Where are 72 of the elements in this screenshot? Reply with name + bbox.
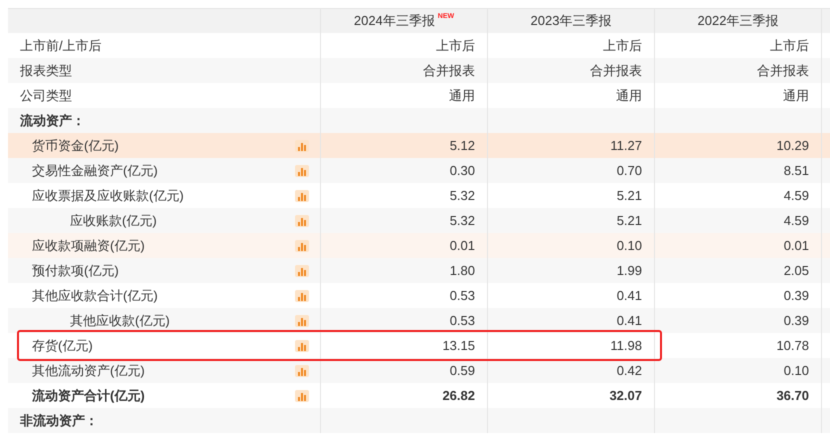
table-cell-text: 0.10 (784, 362, 809, 380)
bar-chart-icon[interactable] (295, 264, 309, 276)
table-cell-text: 4.59 (784, 186, 809, 205)
bar-chart-icon[interactable] (295, 140, 309, 152)
table-cell-text: 合并报表 (423, 62, 475, 80)
table-cell-text: 5.21 (616, 186, 642, 205)
table-cell-text: 1.99 (616, 262, 642, 280)
column-header: 2023年三季报 (530, 12, 612, 30)
table-cell-text: 0.53 (450, 286, 475, 305)
table-cell-text: 10.78 (776, 336, 809, 355)
bar-chart-icon[interactable] (295, 164, 309, 176)
row-label: 非流动资产： (20, 412, 99, 430)
column-header: 2022年三季报 (698, 12, 778, 30)
table-cell-text: 26.82 (442, 386, 475, 405)
row-label: 应收票据及应收账款(亿元) (32, 186, 185, 205)
row-label: 流动资产合计(亿元) (32, 386, 146, 405)
table-cell-text: 2.05 (784, 262, 809, 280)
row-label: 货币资金(亿元) (32, 136, 120, 155)
bar-chart-icon[interactable] (295, 390, 309, 402)
row-label: 应收款项融资(亿元) (32, 236, 146, 255)
table-cell-text: 5.32 (450, 186, 475, 205)
table-cell-text: 5.32 (450, 212, 475, 230)
table-cell-text: 0.39 (784, 312, 809, 330)
table-cell-text: 10.29 (776, 136, 809, 155)
bar-chart-icon[interactable] (295, 314, 309, 326)
table-cell-text: 0.70 (616, 162, 642, 180)
table-cell-text: 1.80 (450, 262, 475, 280)
table-cell-text: 0.41 (616, 312, 642, 330)
row-label: 交易性金融资产(亿元) (32, 162, 159, 180)
table-cell-text: 0.10 (616, 236, 642, 255)
table-cell-text: 合并报表 (757, 62, 809, 80)
row-label: 存货(亿元) (32, 336, 94, 355)
table-cell-text: 上市后 (770, 36, 809, 55)
table-cell-text: 5.12 (450, 136, 475, 155)
bar-chart-icon[interactable] (295, 190, 309, 202)
table-cell-text: 36.70 (776, 386, 809, 405)
row-label: 报表类型 (20, 62, 73, 80)
table-cell-text: 32.07 (609, 386, 642, 405)
bar-chart-icon[interactable] (295, 240, 309, 252)
table-cell-text: 0.01 (784, 236, 809, 255)
table-cell-text: 4.59 (784, 212, 809, 230)
bar-chart-icon[interactable] (295, 290, 309, 302)
table-cell-text: 通用 (449, 86, 475, 105)
table-cell-text: 8.51 (784, 162, 809, 180)
table-cell-text: 上市后 (436, 36, 475, 55)
table-cell-text: 0.42 (616, 362, 642, 380)
table-cell-text: 上市后 (603, 36, 642, 55)
table-cell-text: 11.98 (610, 336, 642, 355)
table-cell-text: 0.30 (450, 162, 475, 180)
row-label: 其他流动资产(亿元) (32, 362, 146, 380)
table-cell-text: 通用 (616, 86, 642, 105)
table-cell-text: 0.01 (450, 236, 475, 255)
row-label: 上市前/上市后 (20, 36, 103, 55)
row-label: 预付款项(亿元) (32, 262, 120, 280)
bar-chart-icon[interactable] (295, 364, 309, 376)
row-label: 其他应收款合计(亿元) (32, 286, 159, 305)
row-label: 其他应收款(亿元) (70, 312, 171, 330)
table-cell-text: 11.27 (610, 136, 642, 155)
bar-chart-icon[interactable] (295, 340, 309, 352)
table-cell-text: 0.59 (450, 362, 475, 380)
table-cell-text: 0.53 (450, 312, 475, 330)
row-label: 应收账款(亿元) (70, 212, 158, 230)
column-header: 2024年三季报 (354, 12, 435, 30)
bar-chart-icon[interactable] (295, 214, 309, 226)
table-cell-text: 13.15 (442, 336, 475, 355)
table-cell-text: 0.41 (616, 286, 642, 305)
row-label: 公司类型 (20, 86, 73, 105)
table-cell-text: 合并报表 (590, 62, 642, 80)
table-cell-text: 通用 (783, 86, 809, 105)
row-label: 流动资产： (20, 112, 86, 130)
table-cell-text: 0.39 (784, 286, 809, 305)
table-cell-text: 5.21 (616, 212, 642, 230)
